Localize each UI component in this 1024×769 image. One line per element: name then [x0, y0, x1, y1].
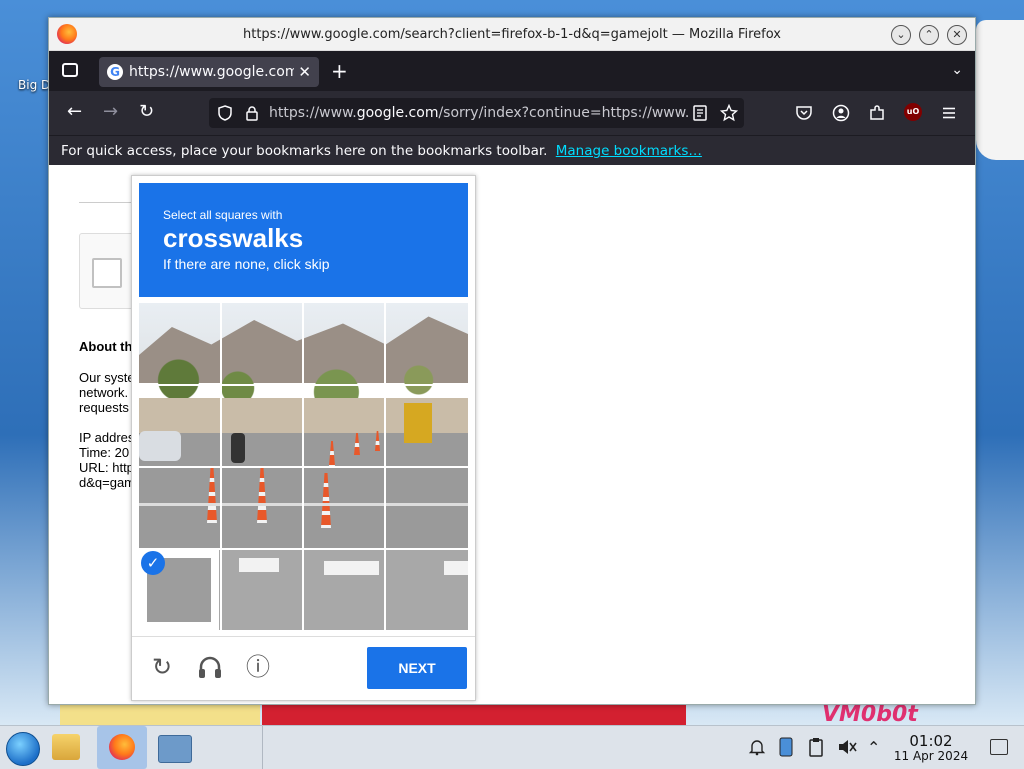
- ublock-icon[interactable]: uO: [904, 103, 922, 121]
- wallpaper-right: [976, 20, 1024, 160]
- account-icon[interactable]: [832, 104, 850, 122]
- volume-muted-icon[interactable]: [837, 738, 857, 756]
- notifications-icon[interactable]: [748, 738, 766, 756]
- tab-title: https://www.google.com/: [129, 64, 294, 80]
- wallpaper-watermark: VM0b0t: [822, 702, 918, 725]
- about-heading: About th: [79, 339, 133, 354]
- taskbar-separator: [262, 726, 263, 769]
- firefox-logo-icon: [109, 734, 135, 760]
- grid-tile[interactable]: [304, 468, 384, 548]
- grid-tile[interactable]: [304, 550, 384, 630]
- reload-button[interactable]: ↻: [139, 103, 154, 121]
- challenge-hint: If there are none, click skip: [163, 256, 330, 272]
- close-window-button[interactable]: ✕: [947, 25, 967, 45]
- manage-bookmarks-link[interactable]: Manage bookmarks…: [556, 143, 702, 159]
- show-desktop-icon[interactable]: [990, 739, 1008, 755]
- tab-bar: G https://www.google.com/ ✕ + ⌄: [49, 51, 975, 91]
- extensions-icon[interactable]: [868, 104, 886, 122]
- grid-tile[interactable]: [386, 303, 466, 383]
- bookmarks-toolbar: For quick access, place your bookmarks h…: [49, 135, 975, 166]
- clock-time[interactable]: 01:02: [896, 732, 966, 750]
- grid-tile[interactable]: [386, 468, 466, 548]
- window-title: https://www.google.com/search?client=fir…: [243, 27, 781, 42]
- ip-address-line: IP addres: [79, 430, 135, 445]
- url-line: URL: http: [79, 460, 134, 475]
- clipboard-icon[interactable]: [808, 737, 824, 757]
- page-line-3: requests: [79, 400, 129, 415]
- grid-tile[interactable]: [222, 303, 302, 383]
- challenge-header: Select all squares with crosswalks If th…: [139, 183, 468, 297]
- time-line: Time: 20: [79, 445, 130, 460]
- grid-tile[interactable]: [386, 550, 466, 630]
- pocket-icon[interactable]: [795, 104, 813, 122]
- file-manager-icon[interactable]: [52, 734, 80, 760]
- grid-tile[interactable]: [139, 303, 219, 383]
- challenge-footer: ↻ ⓘ NEXT: [132, 636, 475, 701]
- grid-tile[interactable]: [139, 468, 219, 548]
- url-bar[interactable]: https://www.google.com/sorry/index?conti…: [209, 98, 744, 128]
- desktop-icon-label[interactable]: Big D: [18, 78, 50, 92]
- bookmarks-hint: For quick access, place your bookmarks h…: [61, 143, 702, 159]
- forward-button[interactable]: →: [103, 103, 118, 121]
- url-text[interactable]: https://www.google.com/sorry/index?conti…: [269, 105, 689, 121]
- challenge-instruction: Select all squares with: [163, 208, 283, 222]
- maximize-button[interactable]: ⌃: [919, 25, 939, 45]
- reload-challenge-icon[interactable]: ↻: [148, 653, 176, 681]
- back-button[interactable]: ←: [67, 103, 82, 121]
- grid-tile[interactable]: [139, 386, 219, 466]
- image-grid: ✓: [139, 303, 468, 630]
- firefox-window: https://www.google.com/search?client=fir…: [48, 17, 976, 705]
- grid-tile[interactable]: [222, 386, 302, 466]
- page-content: About th Our syste network. requests IP …: [49, 165, 975, 704]
- navigation-bar: ← → ↻ https://www.google.com/sorry/index…: [49, 91, 975, 135]
- taskbar: ⌃ 01:02 11 Apr 2024: [0, 725, 1024, 769]
- bookmark-star-icon[interactable]: [720, 104, 738, 122]
- taskbar-firefox[interactable]: [97, 726, 147, 769]
- tab-google[interactable]: G https://www.google.com/ ✕: [99, 57, 319, 87]
- list-all-tabs-button[interactable]: ⌄: [951, 62, 963, 78]
- page-line-1: Our syste: [79, 370, 135, 385]
- tab-close-button[interactable]: ✕: [298, 63, 311, 81]
- grid-tile[interactable]: [222, 468, 302, 548]
- menu-icon[interactable]: [940, 104, 958, 122]
- page-line-2: network.: [79, 385, 129, 400]
- device-notifier-icon[interactable]: [778, 737, 794, 757]
- tray-expand-icon[interactable]: ⌃: [867, 738, 880, 757]
- audio-challenge-icon[interactable]: [196, 653, 224, 681]
- recaptcha-challenge: Select all squares with crosswalks If th…: [131, 175, 476, 701]
- url-line-2: d&q=gam: [79, 475, 136, 490]
- google-favicon-icon: G: [107, 64, 123, 80]
- clock-date[interactable]: 11 Apr 2024: [888, 749, 974, 763]
- system-settings-icon[interactable]: [158, 735, 192, 763]
- reader-view-icon[interactable]: [693, 105, 707, 121]
- next-button[interactable]: NEXT: [367, 647, 467, 689]
- challenge-object: crosswalks: [163, 223, 304, 253]
- minimize-button[interactable]: ⌄: [891, 25, 911, 45]
- new-tab-button[interactable]: +: [331, 59, 348, 83]
- bookmarks-hint-text: For quick access, place your bookmarks h…: [61, 143, 548, 159]
- shield-icon[interactable]: [217, 105, 233, 121]
- divider: [79, 202, 139, 203]
- firefox-view-icon[interactable]: [62, 63, 78, 77]
- grid-tile[interactable]: [222, 550, 302, 630]
- title-bar[interactable]: https://www.google.com/search?client=fir…: [49, 18, 975, 51]
- info-icon[interactable]: ⓘ: [244, 653, 272, 681]
- grid-tile[interactable]: [304, 303, 384, 383]
- start-menu-button[interactable]: [6, 732, 40, 766]
- selected-check-icon: ✓: [141, 551, 165, 575]
- grid-tile[interactable]: [386, 386, 466, 466]
- lock-icon[interactable]: [245, 105, 259, 121]
- recaptcha-checkbox[interactable]: [92, 258, 122, 288]
- grid-tile[interactable]: [304, 386, 384, 466]
